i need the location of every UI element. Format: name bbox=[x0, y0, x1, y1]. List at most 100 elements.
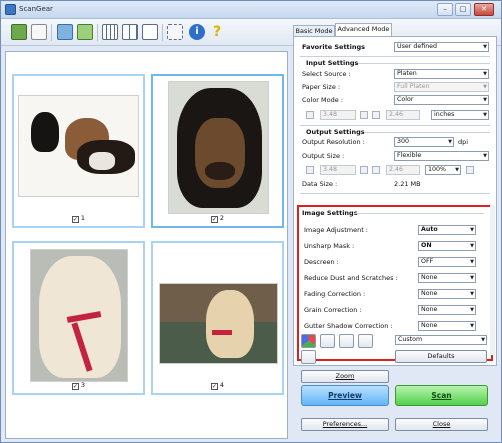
thumbnail-caption-4: ✓ 4 bbox=[210, 381, 225, 390]
thumbnail-checkbox-2[interactable]: ✓ bbox=[210, 216, 218, 223]
image-settings-title: Image Settings bbox=[302, 209, 358, 217]
thumbnail-1[interactable]: ✓ 1 bbox=[12, 74, 145, 228]
output-resolution-label: Output Resolution : bbox=[302, 138, 365, 146]
preferences-button[interactable]: Preferences... bbox=[301, 418, 389, 431]
thumbnail-pane: ✓ 1 ✓ 2 ✓ 3 ✓ 4 bbox=[5, 51, 288, 439]
minimize-button[interactable]: – bbox=[437, 3, 453, 16]
reduce-dust-label: Reduce Dust and Scratches : bbox=[304, 274, 398, 282]
scale-dropdown[interactable]: 100% ▼ bbox=[425, 165, 461, 175]
grain-correction-dropdown[interactable]: None ▼ bbox=[418, 305, 476, 315]
resolution-unit-label: dpi bbox=[458, 138, 469, 146]
advanced-mode-panel: Favorite Settings User defined ▼ Input Se… bbox=[293, 36, 497, 366]
color-mode-dropdown[interactable]: Color ▼ bbox=[394, 95, 489, 105]
grid-small-icon[interactable] bbox=[102, 24, 118, 40]
fit-icon[interactable] bbox=[167, 24, 183, 40]
toolbar-separator bbox=[162, 24, 163, 41]
descreen-dropdown[interactable]: OFF ▼ bbox=[418, 257, 476, 267]
unit-dropdown[interactable]: inches ▼ bbox=[431, 110, 489, 120]
paper-size-label: Paper Size : bbox=[302, 83, 341, 91]
output-swap-icon[interactable] bbox=[372, 166, 380, 174]
close-button[interactable]: Close bbox=[395, 418, 488, 431]
tone-curve-icon[interactable] bbox=[358, 334, 373, 348]
output-resolution-dropdown[interactable]: 300 ▼ bbox=[394, 137, 454, 147]
final-review-icon[interactable] bbox=[301, 350, 316, 364]
gutter-shadow-dropdown[interactable]: None ▼ bbox=[418, 321, 476, 331]
output-settings-icon[interactable] bbox=[466, 166, 474, 174]
scangear-window: ScanGear – □ ✕ i ? ✓ 1 ✓ 2 ✓ 3 ✓ 4 Basic… bbox=[0, 0, 502, 443]
descreen-label: Descreen : bbox=[304, 258, 339, 266]
thumbnail-4[interactable]: ✓ 4 bbox=[151, 241, 284, 395]
tab-advanced-mode[interactable]: Advanced Mode bbox=[335, 23, 392, 37]
image-adjustment-dropdown[interactable]: Auto ▼ bbox=[418, 225, 476, 235]
section-divider bbox=[354, 213, 484, 214]
section-divider bbox=[300, 56, 490, 57]
favorite-settings-dropdown[interactable]: User defined ▼ bbox=[394, 42, 489, 52]
scan-icon[interactable] bbox=[11, 24, 27, 40]
defaults-button[interactable]: Defaults bbox=[395, 350, 487, 363]
thumbnail-checkbox-3[interactable]: ✓ bbox=[71, 383, 79, 390]
window-title: ScanGear bbox=[19, 5, 53, 13]
maximize-button[interactable]: □ bbox=[455, 3, 471, 16]
scan-button[interactable]: Scan bbox=[395, 385, 488, 406]
reduce-dust-dropdown[interactable]: None ▼ bbox=[418, 273, 476, 283]
scan-export-icon[interactable] bbox=[57, 24, 73, 40]
unsharp-mask-label: Unsharp Mask : bbox=[304, 242, 355, 250]
thumbnail-image-1 bbox=[18, 95, 139, 197]
swap-orientation-icon[interactable] bbox=[372, 111, 380, 119]
gutter-shadow-label: Gutter Shadow Correction : bbox=[304, 322, 393, 330]
section-divider bbox=[364, 132, 490, 133]
image-adjustment-label: Image Adjustment : bbox=[304, 226, 368, 234]
blank-page-icon[interactable] bbox=[31, 24, 47, 40]
settings-pane: Basic Mode Advanced Mode Favorite Settin… bbox=[293, 23, 497, 440]
scan-fit-icon[interactable] bbox=[77, 24, 93, 40]
preview-button[interactable]: Preview bbox=[301, 385, 389, 406]
aspect-ratio-lock-icon[interactable] bbox=[360, 111, 368, 119]
thumbnail-image-3 bbox=[30, 249, 128, 382]
paper-size-dropdown[interactable]: Full Platen ▼ bbox=[394, 82, 489, 92]
thumbnail-checkbox-4[interactable]: ✓ bbox=[210, 383, 218, 390]
thumbnail-caption-3: ✓ 3 bbox=[71, 381, 86, 390]
title-bar: ScanGear – □ ✕ bbox=[1, 1, 501, 19]
data-size-label: Data Size : bbox=[302, 180, 338, 188]
section-divider bbox=[300, 193, 490, 194]
input-height-field[interactable]: 2.46 bbox=[386, 110, 420, 120]
zoom-button[interactable]: Zoom bbox=[301, 370, 389, 383]
brightness-contrast-icon[interactable] bbox=[320, 334, 335, 348]
tone-preset-dropdown[interactable]: Custom ▼ bbox=[395, 335, 487, 345]
settings-scrollbar[interactable] bbox=[490, 205, 495, 355]
scangear-app-icon bbox=[5, 4, 16, 15]
select-source-dropdown[interactable]: Platen ▼ bbox=[394, 69, 489, 79]
thumbnail-3[interactable]: ✓ 3 bbox=[12, 241, 145, 395]
help-icon[interactable]: ? bbox=[209, 24, 225, 40]
histogram-icon[interactable] bbox=[339, 334, 354, 348]
output-size-icon bbox=[306, 166, 314, 174]
output-aspect-lock-icon[interactable] bbox=[360, 166, 368, 174]
thumbnail-image-4 bbox=[159, 283, 278, 364]
thumbnail-caption-2: ✓ 2 bbox=[210, 214, 225, 223]
unsharp-mask-dropdown[interactable]: ON ▼ bbox=[418, 241, 476, 251]
favorite-settings-label: Favorite Settings bbox=[302, 43, 366, 51]
thumbnail-checkbox-1[interactable]: ✓ bbox=[71, 216, 79, 223]
info-icon[interactable]: i bbox=[189, 24, 205, 40]
input-size-icon bbox=[306, 111, 314, 119]
grain-correction-label: Grain Correction : bbox=[304, 306, 362, 314]
thumbnail-image-2 bbox=[168, 81, 269, 214]
fading-correction-label: Fading Correction : bbox=[304, 290, 366, 298]
fading-correction-dropdown[interactable]: None ▼ bbox=[418, 289, 476, 299]
section-divider bbox=[358, 63, 490, 64]
grid-large-icon[interactable] bbox=[142, 24, 158, 40]
mode-tabs: Basic Mode Advanced Mode bbox=[293, 23, 497, 37]
close-window-button[interactable]: ✕ bbox=[474, 3, 494, 16]
input-settings-title: Input Settings bbox=[306, 59, 359, 67]
data-size-value: 2.21 MB bbox=[394, 180, 421, 188]
grid-medium-icon[interactable] bbox=[122, 24, 138, 40]
output-height-field[interactable]: 2.46 bbox=[386, 165, 420, 175]
thumbnail-caption-1: ✓ 1 bbox=[71, 214, 86, 223]
output-size-dropdown[interactable]: Flexible ▼ bbox=[394, 151, 489, 161]
thumbnail-2[interactable]: ✓ 2 bbox=[151, 74, 284, 228]
output-width-field[interactable]: 3.48 bbox=[320, 165, 356, 175]
input-width-field[interactable]: 3.48 bbox=[320, 110, 356, 120]
select-source-label: Select Source : bbox=[302, 70, 351, 78]
color-mode-label: Color Mode : bbox=[302, 96, 344, 104]
saturation-balance-icon[interactable] bbox=[301, 334, 316, 348]
